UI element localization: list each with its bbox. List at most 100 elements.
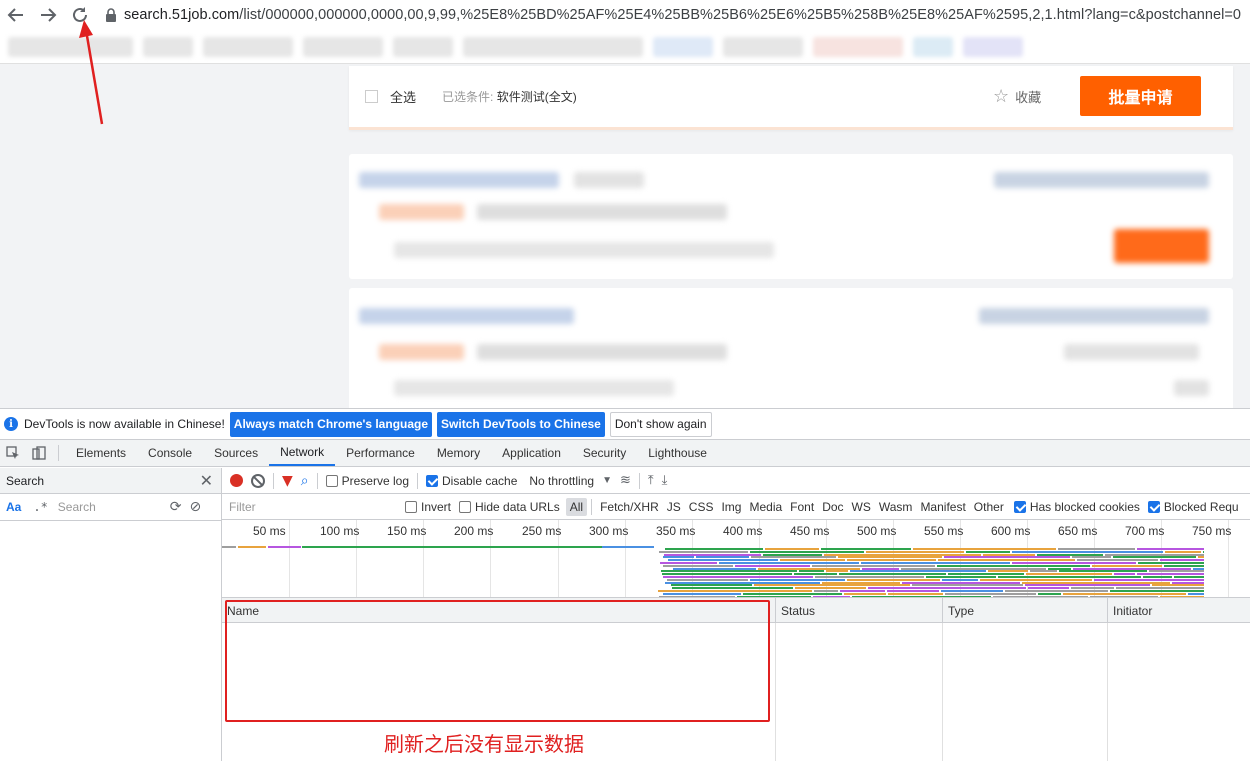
tab-application[interactable]: Application — [491, 440, 572, 466]
waterfall-bar — [850, 570, 986, 572]
blurred-bookmark[interactable] — [963, 36, 1023, 57]
select-all-label[interactable]: 全选 — [390, 87, 416, 106]
devtools-language-infobar: i DevTools is now available in Chinese! … — [0, 409, 1250, 440]
batch-apply-button[interactable]: 批量申请 — [1080, 76, 1201, 116]
search-drawer-title: Search — [6, 473, 45, 488]
tab-lighthouse[interactable]: Lighthouse — [637, 440, 718, 466]
filter-type-fetch-xhr[interactable]: Fetch/XHR — [596, 498, 663, 516]
match-language-button[interactable]: Always match Chrome's language — [229, 411, 433, 437]
clear-icon[interactable]: ⊘ — [190, 499, 202, 515]
star-icon: ☆ — [993, 86, 1010, 107]
blurred-bookmark[interactable] — [813, 36, 903, 57]
blurred-bookmark[interactable] — [913, 36, 953, 57]
waterfall-bar — [696, 556, 749, 558]
chevron-down-icon[interactable]: ▼ — [602, 475, 612, 486]
network-conditions-icon[interactable]: ≋ — [620, 473, 631, 488]
device-toolbar-icon[interactable] — [26, 440, 52, 466]
back-icon[interactable] — [0, 1, 32, 29]
tab-network[interactable]: Network — [269, 440, 336, 466]
switch-to-chinese-button[interactable]: Switch DevTools to Chinese — [437, 411, 605, 437]
tab-performance[interactable]: Performance — [335, 440, 426, 466]
tab-console[interactable]: Console — [137, 440, 203, 466]
filter-type-css[interactable]: CSS — [685, 498, 718, 516]
filter-type-wasm[interactable]: Wasm — [875, 498, 917, 516]
disable-cache-toggle[interactable]: Disable cache — [426, 474, 517, 488]
blurred-bookmark[interactable] — [203, 36, 293, 57]
export-har-icon[interactable]: ⤓ — [662, 473, 668, 488]
filter-type-font[interactable]: Font — [786, 498, 818, 516]
clear-icon[interactable] — [251, 473, 265, 488]
waterfall-bar — [1113, 556, 1196, 558]
blurred-bookmark[interactable] — [463, 36, 643, 57]
job-card[interactable] — [349, 288, 1233, 408]
preserve-log-checkbox[interactable] — [325, 475, 338, 488]
address-bar[interactable]: search.51job.com/list/000000,000000,0000… — [124, 7, 1241, 23]
column-initiator[interactable]: Initiator — [1108, 598, 1250, 623]
refresh-icon[interactable]: ⟳ — [170, 499, 182, 515]
filter-input[interactable]: Filter — [226, 496, 391, 517]
waterfall-bar — [814, 590, 838, 592]
tab-security[interactable]: Security — [572, 440, 637, 466]
waterfall-bar — [1058, 548, 1135, 550]
url-path: /list/000000,000000,0000,00,9,99,%25E8%2… — [239, 7, 1241, 23]
throttling-select[interactable]: No throttling — [529, 474, 594, 488]
timeline-tick-label: 450 ms — [790, 524, 830, 538]
record-icon[interactable] — [230, 474, 243, 487]
blurred-bookmark[interactable] — [393, 36, 453, 57]
invert-checkbox[interactable] — [405, 500, 417, 513]
waterfall-bar — [944, 556, 1070, 558]
filter-type-doc[interactable]: Doc — [818, 498, 847, 516]
blurred-bookmark[interactable] — [723, 36, 803, 57]
blocked-requests-checkbox[interactable] — [1147, 500, 1160, 513]
has-blocked-cookies-toggle[interactable]: Has blocked cookies — [1013, 500, 1140, 514]
waterfall-bar — [1028, 587, 1069, 589]
waterfall-bar — [1092, 565, 1162, 567]
filter-type-other[interactable]: Other — [970, 498, 1008, 516]
waterfall-bar — [660, 562, 717, 564]
network-overview-timeline[interactable]: 50 ms 100 ms 150 ms 200 ms 250 ms 300 ms 350 m… — [222, 520, 1250, 598]
import-har-icon[interactable]: ⤒ — [648, 473, 654, 488]
match-case-button[interactable]: Aa — [6, 500, 21, 514]
search-input[interactable]: Search — [55, 497, 162, 517]
tab-elements[interactable]: Elements — [65, 440, 137, 466]
filter-type-js[interactable]: JS — [663, 498, 685, 516]
tab-memory[interactable]: Memory — [426, 440, 491, 466]
invert-label: Invert — [421, 499, 452, 514]
waterfall-bar — [663, 565, 733, 567]
hide-data-urls-toggle[interactable]: Hide data URLs — [459, 500, 560, 514]
job-card[interactable] — [349, 154, 1233, 279]
invert-toggle[interactable]: Invert — [405, 500, 451, 514]
filter-icon[interactable]: ▼ — [282, 473, 293, 489]
search-icon[interactable]: ⌕ — [301, 473, 309, 489]
regex-button[interactable]: .* — [33, 500, 47, 514]
filter-type-img[interactable]: Img — [717, 498, 745, 516]
disable-cache-checkbox[interactable] — [426, 475, 438, 488]
blurred-bookmark[interactable] — [653, 36, 713, 57]
filter-type-manifest[interactable]: Manifest — [916, 498, 969, 516]
filter-type-media[interactable]: Media — [745, 498, 786, 516]
waterfall-bar — [966, 551, 1010, 553]
blocked-requests-toggle[interactable]: Blocked Requ — [1147, 500, 1239, 514]
has-blocked-cookies-checkbox[interactable] — [1013, 500, 1026, 513]
infobar-message: DevTools is now available in Chinese! — [24, 417, 225, 431]
forward-icon[interactable] — [32, 1, 64, 29]
waterfall-bar — [861, 562, 1010, 564]
dont-show-again-button[interactable]: Don't show again — [609, 411, 712, 437]
favorite-button[interactable]: ☆ 收藏 — [993, 86, 1041, 107]
tab-sources[interactable]: Sources — [203, 440, 269, 466]
inspect-element-icon[interactable] — [0, 440, 26, 466]
column-status[interactable]: Status — [776, 598, 943, 623]
hide-data-urls-checkbox[interactable] — [459, 500, 472, 513]
column-type[interactable]: Type — [943, 598, 1108, 623]
filter-type-all[interactable]: All — [565, 497, 588, 516]
waterfall-bar — [1149, 570, 1204, 572]
search-options-row: Aa .* Search ⟳ ⊘ — [0, 494, 221, 521]
filter-type-ws[interactable]: WS — [848, 498, 875, 516]
blurred-bookmark[interactable] — [143, 36, 193, 57]
preserve-log-toggle[interactable]: Preserve log — [325, 474, 409, 488]
select-all-checkbox[interactable] — [365, 90, 378, 103]
close-icon[interactable]: ✕ — [200, 471, 213, 490]
waterfall-bar — [1137, 548, 1204, 550]
waterfall-bar — [780, 559, 845, 561]
blurred-bookmark[interactable] — [303, 36, 383, 57]
